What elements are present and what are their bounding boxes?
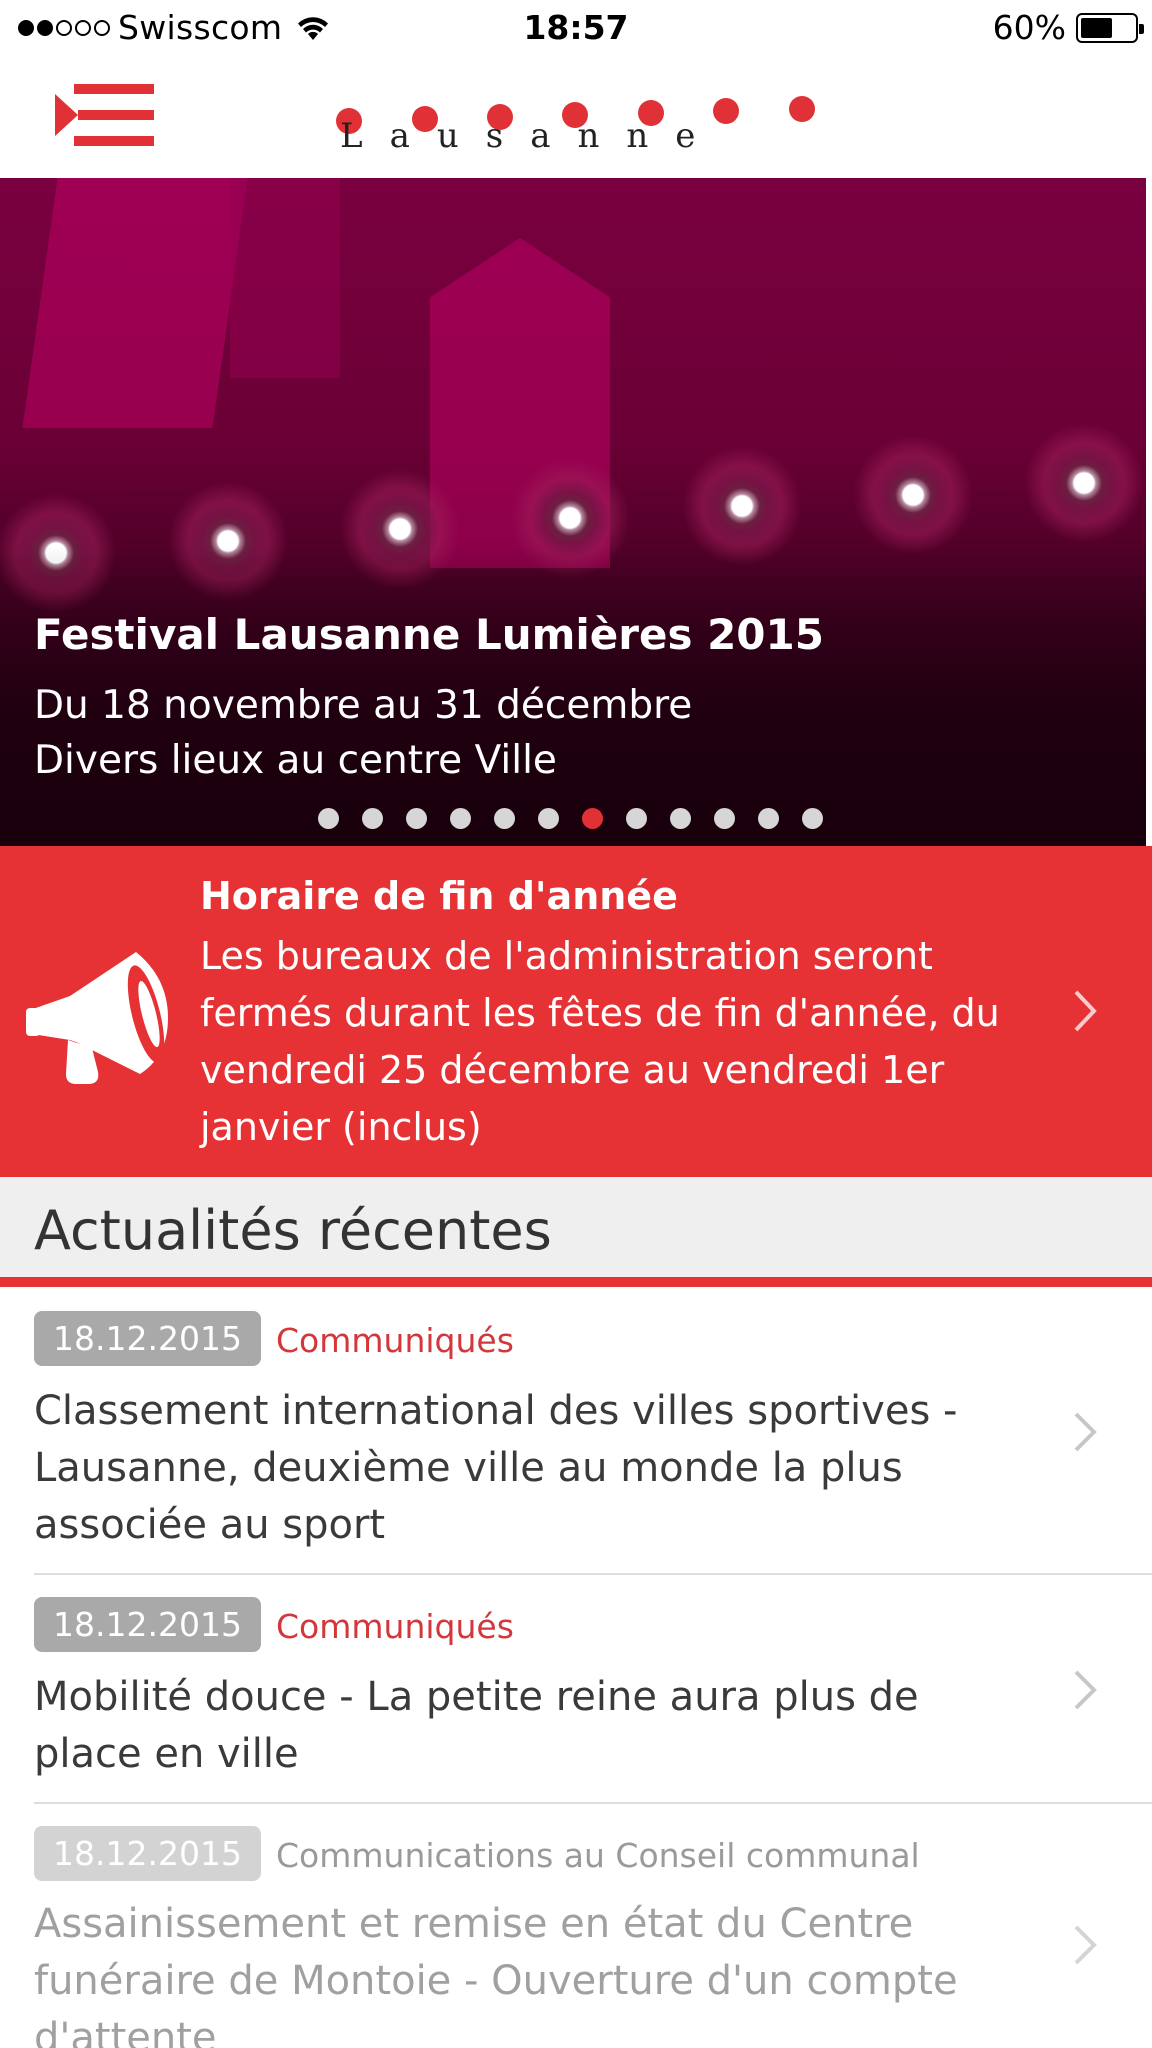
lausanne-logo: Lausanne <box>330 86 830 176</box>
carousel-dot[interactable] <box>538 808 559 829</box>
news-item[interactable]: 18.12.2015 Communiqués Classement intern… <box>0 1287 1152 1575</box>
news-category: Communiqués <box>276 1321 514 1360</box>
news-category: Communiqués <box>276 1607 514 1646</box>
chevron-right-icon <box>1074 1925 1097 1965</box>
section-header: Actualités récentes <box>0 1177 1152 1277</box>
chevron-right-icon <box>1074 990 1097 1032</box>
battery-fill <box>1081 17 1113 38</box>
carousel-dot[interactable] <box>670 808 691 829</box>
status-right: 60% <box>992 8 1144 47</box>
carousel-dot[interactable] <box>406 808 427 829</box>
menu-icon <box>55 84 154 146</box>
logo-text: Lausanne <box>340 116 723 156</box>
light-ring <box>853 435 973 555</box>
clock: 18:57 <box>523 8 629 47</box>
hero-dates: Du 18 novembre au 31 décembre <box>34 683 693 728</box>
date-badge: 18.12.2015 <box>34 1826 261 1881</box>
hero-location: Divers lieux au centre Ville <box>34 738 557 783</box>
megaphone-icon <box>26 952 168 1084</box>
news-title: Mobilité douce - La petite reine aura pl… <box>34 1674 919 1777</box>
date-badge: 18.12.2015 <box>34 1311 261 1366</box>
chevron-right-icon <box>1074 1670 1097 1710</box>
section-divider <box>0 1277 1152 1287</box>
announcement-title: Horaire de fin d'année <box>200 874 678 918</box>
light-ring <box>1024 423 1144 543</box>
app-header: Lausanne <box>0 58 1152 178</box>
menu-button[interactable] <box>52 84 156 146</box>
news-item[interactable]: 18.12.2015 Communications au Conseil com… <box>0 1802 1152 2048</box>
status-bar: Swisscom 18:57 60% <box>0 0 1152 58</box>
carousel-dot[interactable] <box>582 808 603 829</box>
news-title: Assainissement et remise en état du Cent… <box>34 1901 958 2048</box>
announcement-banner[interactable]: Horaire de fin d'année Les bureaux de l'… <box>0 846 1152 1177</box>
carousel-dot[interactable] <box>318 808 339 829</box>
battery-percent: 60% <box>992 8 1066 47</box>
carousel-dot[interactable] <box>802 808 823 829</box>
chevron-right-icon <box>1074 1412 1097 1452</box>
carousel-dot[interactable] <box>362 808 383 829</box>
date-badge: 18.12.2015 <box>34 1597 261 1652</box>
carousel-dot[interactable] <box>758 808 779 829</box>
carousel-dot[interactable] <box>714 808 735 829</box>
news-item[interactable]: 18.12.2015 Communiqués Mobilité douce - … <box>0 1573 1152 1804</box>
news-title: Classement international des villes spor… <box>34 1388 958 1548</box>
carousel-dot[interactable] <box>450 808 471 829</box>
carousel-dot[interactable] <box>626 808 647 829</box>
carousel-pager[interactable] <box>318 808 823 829</box>
announcement-body: Les bureaux de l'administration seront f… <box>200 934 1000 1149</box>
carousel-dot[interactable] <box>494 808 515 829</box>
section-title: Actualités récentes <box>34 1199 552 1262</box>
battery-icon <box>1076 12 1144 43</box>
news-category: Communications au Conseil communal <box>276 1836 920 1875</box>
hero-carousel[interactable]: Festival Lausanne Lumières 2015 Du 18 no… <box>0 178 1146 846</box>
hero-title: Festival Lausanne Lumières 2015 <box>34 610 824 659</box>
